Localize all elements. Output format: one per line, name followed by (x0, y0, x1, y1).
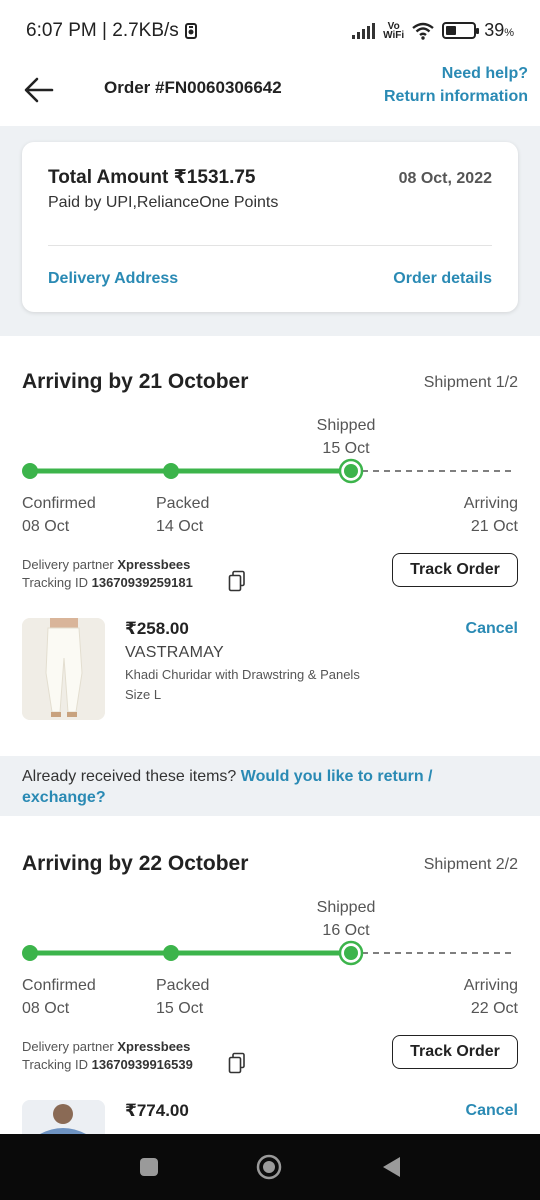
signal-icon (352, 22, 376, 39)
tracking-id: 13670939259181 (91, 575, 193, 590)
step-packed: Packed 15 Oct (156, 977, 210, 1017)
shipment-progress-timeline (22, 458, 514, 484)
cancel-item-link[interactable]: Cancel (466, 620, 518, 638)
back-triangle-icon[interactable] (378, 1154, 404, 1180)
delivery-partner-info: Delivery partner Xpressbees Tracking ID … (22, 1039, 193, 1072)
back-arrow-icon[interactable] (20, 70, 60, 110)
step-arriving: Arriving 21 Oct (463, 495, 518, 535)
payment-method: Paid by UPI,RelianceOne Points (48, 194, 279, 211)
shipped-status-label: Shipped 16 Oct (316, 899, 376, 939)
item-name: Khadi Churidar with Drawstring & Panels (125, 667, 360, 682)
battery-icon (442, 22, 480, 39)
return-exchange-prompt: Already received these items? Would you … (0, 756, 540, 816)
step-confirmed: Confirmed 08 Oct (22, 495, 96, 535)
return-question: Already received these items? (22, 768, 237, 785)
order-title: Order #FN0060306642 (104, 78, 282, 97)
product-thumbnail[interactable] (22, 618, 105, 720)
wifi-icon (412, 22, 434, 40)
battery-percent: 39% (484, 20, 514, 40)
status-bar: 6:07 PM | 2.7KB/s Vo WiFi 39% (0, 0, 540, 62)
card-divider (48, 245, 492, 246)
confirmed-dot (22, 945, 38, 961)
packed-dot (163, 945, 179, 961)
track-order-button[interactable]: Track Order (392, 1035, 518, 1069)
copy-icon[interactable] (228, 570, 246, 592)
tracking-id: 13670939916539 (91, 1057, 193, 1072)
shipped-dot (344, 946, 358, 960)
item-price: ₹774.00 (125, 1101, 189, 1120)
shipped-dot (344, 464, 358, 478)
shirt-model-image (22, 1100, 105, 1134)
shipment-progress-timeline (22, 940, 514, 966)
item-price: ₹258.00 (125, 619, 189, 638)
copy-icon[interactable] (228, 1052, 246, 1074)
product-thumbnail[interactable] (22, 1100, 105, 1134)
item-brand: VASTRAMAY (125, 644, 225, 661)
confirmed-dot (22, 463, 38, 479)
step-confirmed: Confirmed 08 Oct (22, 977, 96, 1017)
summary-section: Total Amount ₹1531.75 Paid by UPI,Relian… (0, 126, 540, 336)
recents-square-icon[interactable] (136, 1154, 162, 1180)
shipment-title: Arriving by 22 October (22, 852, 249, 875)
shipment-card-2: Arriving by 22 October Shipment 2/2 Ship… (0, 818, 540, 1134)
status-right: Vo WiFi 39% (352, 20, 514, 41)
order-date: 08 Oct, 2022 (398, 170, 492, 187)
shipped-status-label: Shipped 15 Oct (316, 417, 376, 457)
order-details-link[interactable]: Order details (393, 270, 492, 288)
step-packed: Packed 14 Oct (156, 495, 210, 535)
packed-dot (163, 463, 179, 479)
churidar-image (22, 618, 105, 720)
notification-icon (184, 23, 197, 39)
cancel-item-link[interactable]: Cancel (466, 1102, 518, 1120)
item-size: Size L (125, 687, 162, 702)
order-summary-card: Total Amount ₹1531.75 Paid by UPI,Relian… (22, 142, 518, 312)
shipment-count: Shipment 1/2 (423, 374, 518, 391)
total-amount: Total Amount ₹1531.75 (48, 167, 256, 188)
app-header: Order #FN0060306642 Need help? Return in… (0, 62, 540, 126)
shipment-card-1: Arriving by 21 October Shipment 1/2 Ship… (0, 336, 540, 756)
status-time-speed: 6:07 PM | 2.7KB/s (26, 20, 179, 41)
shipment-count: Shipment 2/2 (423, 856, 518, 873)
shipment-title: Arriving by 21 October (22, 370, 249, 393)
return-information-link[interactable]: Return information (384, 88, 528, 106)
system-navigation-bar (0, 1134, 540, 1200)
status-left: 6:07 PM | 2.7KB/s (26, 20, 197, 42)
need-help-link[interactable]: Need help? (442, 65, 528, 83)
home-circle-icon[interactable] (256, 1154, 282, 1180)
track-order-button[interactable]: Track Order (392, 553, 518, 587)
step-arriving: Arriving 22 Oct (463, 977, 518, 1017)
vowifi-icon: Vo WiFi (383, 20, 405, 41)
delivery-partner-info: Delivery partner Xpressbees Tracking ID … (22, 557, 193, 590)
delivery-address-link[interactable]: Delivery Address (48, 270, 178, 288)
